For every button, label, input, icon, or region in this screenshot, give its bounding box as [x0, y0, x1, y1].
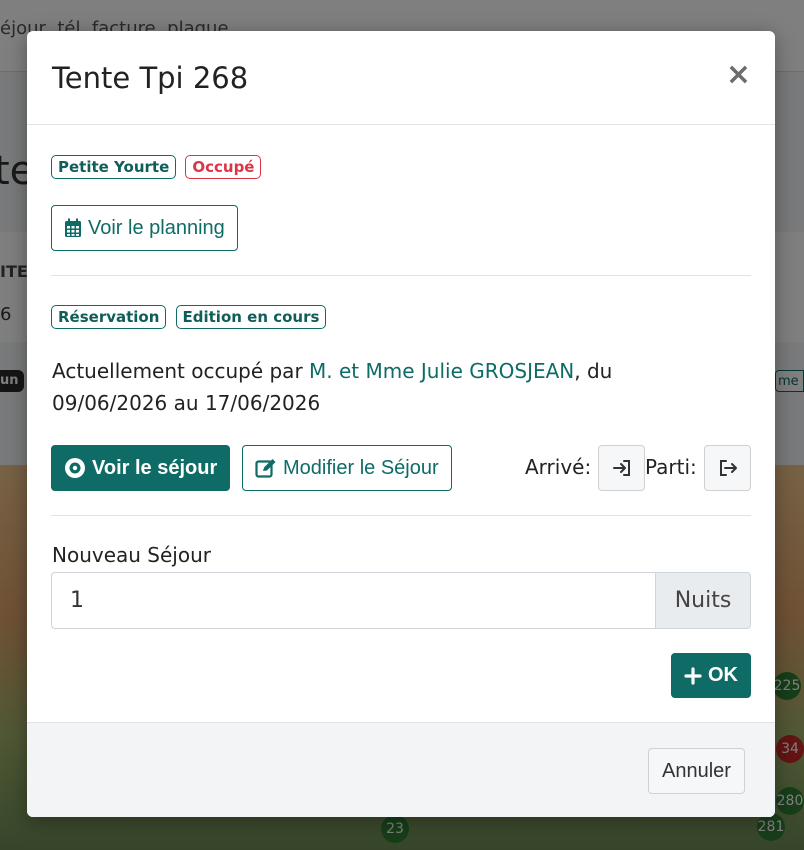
nights-addon: Nuits [655, 572, 751, 629]
status-badge: Occupé [185, 155, 262, 179]
eye-icon [65, 458, 85, 478]
accommodation-badges: Petite Yourte Occupé [51, 155, 265, 179]
new-stay-label: Nouveau Séjour [52, 543, 211, 567]
ok-button[interactable]: OK [671, 653, 751, 698]
nights-input-group: Nuits [51, 572, 751, 629]
modal-footer: Annuler [27, 722, 775, 817]
plus-icon [684, 666, 702, 685]
view-stay-label: Voir le séjour [92, 456, 218, 479]
view-planning-label: Voir le planning [88, 216, 225, 239]
modal-title: Tente Tpi 268 [52, 61, 249, 95]
close-icon[interactable]: × [726, 60, 751, 90]
edit-icon [255, 459, 276, 478]
modal-body: Petite Yourte Occupé Voir le planning Ré… [27, 125, 775, 722]
stay-badges: Réservation Edition en cours [51, 305, 330, 329]
guest-name-link[interactable]: M. et Mme Julie GROSJEAN [309, 359, 574, 383]
type-badge: Petite Yourte [51, 155, 177, 179]
editing-badge: Edition en cours [175, 305, 327, 329]
mark-arrived-button[interactable] [598, 445, 645, 491]
date-to-prefix: au [173, 391, 199, 415]
ok-label: OK [708, 664, 738, 686]
occupancy-prefix: Actuellement occupé par [52, 359, 303, 383]
reservation-badge: Réservation [51, 305, 167, 329]
nights-input[interactable] [51, 572, 655, 629]
arrived-label: Arrivé: [525, 455, 592, 479]
sign-in-icon [612, 460, 630, 476]
stay-actions: Voir le séjour Modifier le Séjour Arrivé… [51, 445, 751, 491]
cancel-button[interactable]: Annuler [648, 748, 745, 794]
departed-label: Parti: [645, 455, 697, 479]
mark-departed-button[interactable] [704, 445, 751, 491]
modal-header: Tente Tpi 268 × [27, 31, 775, 125]
occupancy-middle: , du [574, 359, 613, 383]
edit-stay-button[interactable]: Modifier le Séjour [242, 445, 452, 491]
edit-stay-label: Modifier le Séjour [283, 456, 439, 479]
sign-out-icon [719, 460, 737, 476]
view-stay-button[interactable]: Voir le séjour [51, 445, 231, 491]
occupancy-text: Actuellement occupé par M. et Mme Julie … [52, 355, 732, 419]
date-to: 17/06/2026 [204, 391, 321, 415]
divider [51, 515, 751, 516]
divider [51, 275, 751, 276]
view-planning-button[interactable]: Voir le planning [51, 205, 238, 251]
date-from: 09/06/2026 [52, 391, 168, 415]
calendar-icon [65, 218, 81, 237]
modal-dialog: Tente Tpi 268 × Petite Yourte Occupé Voi… [27, 31, 775, 817]
